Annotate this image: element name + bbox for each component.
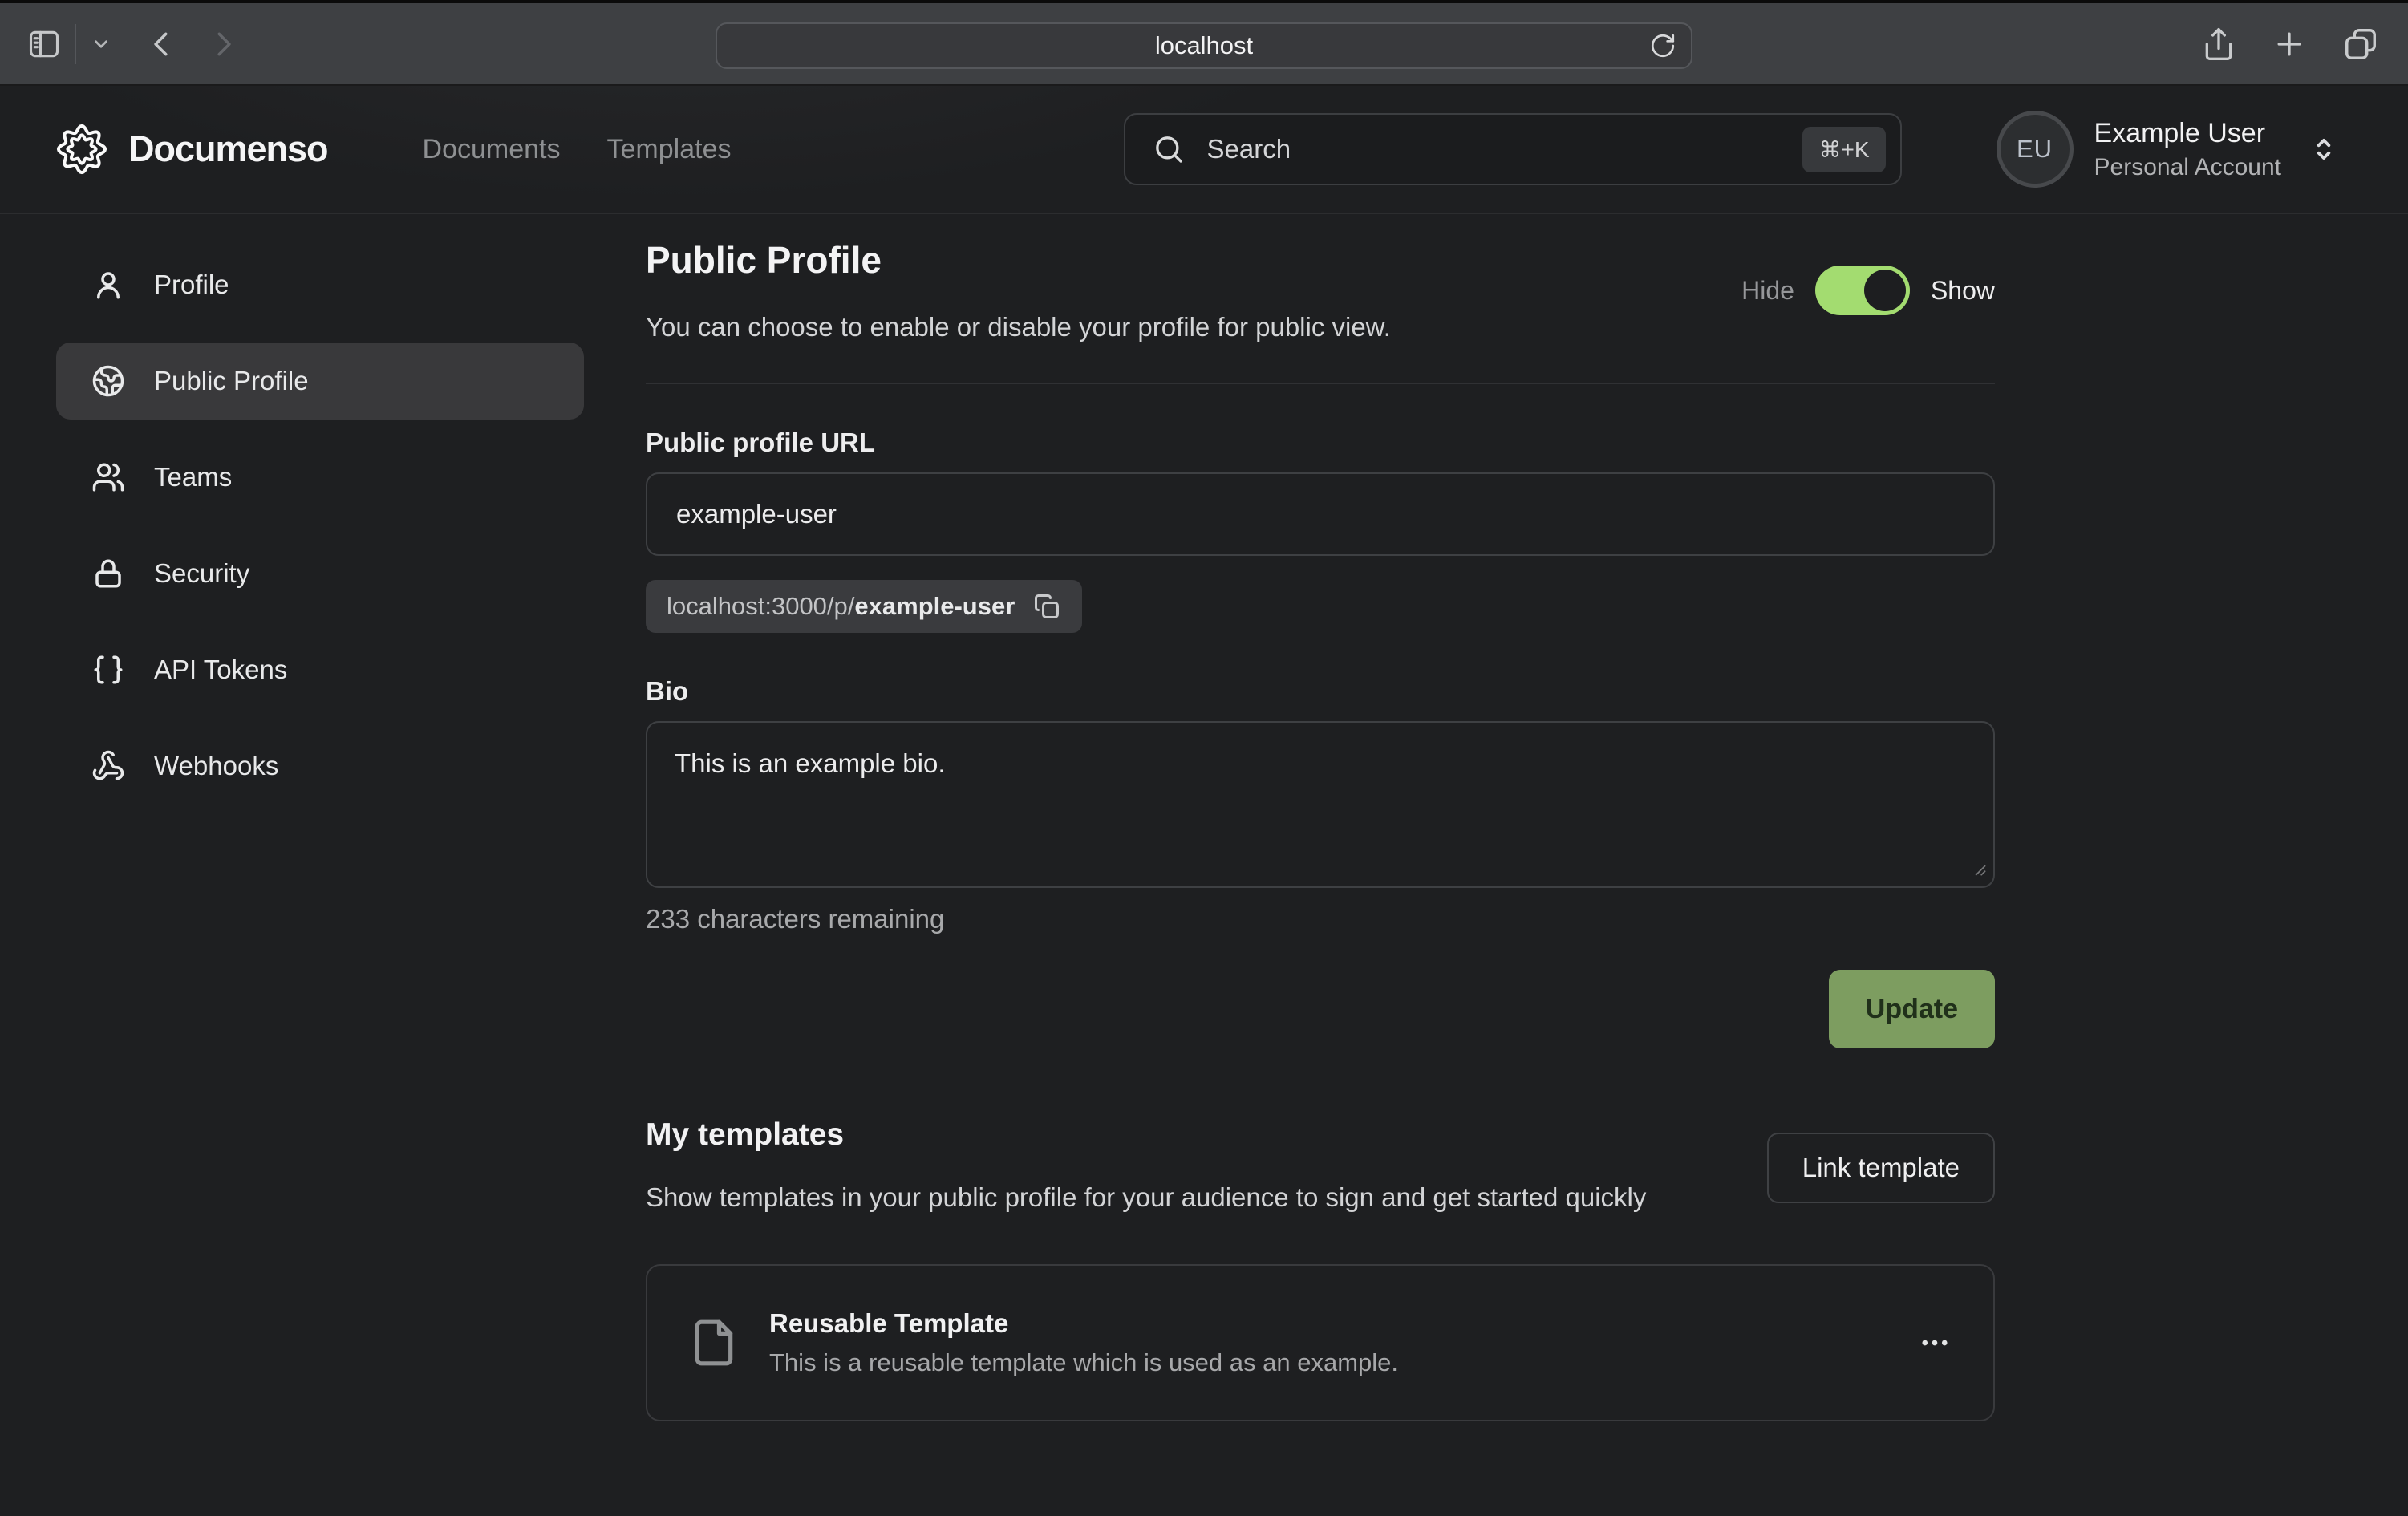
characters-remaining: 233 characters remaining [646, 904, 1995, 934]
webhook-icon [91, 749, 125, 783]
chrome-divider [75, 24, 76, 64]
template-description: This is a reusable template which is use… [769, 1348, 1887, 1377]
search-box[interactable]: ⌘+K [1124, 113, 1902, 185]
toggle-knob [1864, 270, 1906, 311]
address-bar-url: localhost [1155, 31, 1253, 60]
sidebar-item-security[interactable]: Security [56, 535, 584, 612]
link-template-button[interactable]: Link template [1767, 1133, 1995, 1203]
bio-field-label: Bio [646, 676, 1995, 707]
user-name: Example User [2094, 118, 2281, 149]
chrome-right-controls [2201, 3, 2379, 84]
reload-icon[interactable] [1649, 32, 1676, 59]
settings-sidebar: Profile Public Profile Teams [56, 246, 584, 805]
brand-logo[interactable]: Documenso [56, 124, 328, 175]
avatar: EU [1997, 111, 2074, 188]
sidebar-item-label: Webhooks [154, 751, 278, 781]
sidebar-item-webhooks[interactable]: Webhooks [56, 728, 584, 805]
sidebar-toggle-icon[interactable] [26, 26, 62, 62]
search-icon [1153, 133, 1185, 165]
templates-head: My templates Show templates in your publ… [646, 1117, 1995, 1219]
file-icon [689, 1318, 739, 1368]
chevrons-up-down-icon [2309, 134, 2339, 164]
braces-icon [91, 653, 125, 687]
nav-documents[interactable]: Documents [423, 134, 561, 165]
copy-icon[interactable] [1032, 592, 1061, 621]
sidebar-item-profile[interactable]: Profile [56, 246, 584, 323]
section-head: Public Profile You can choose to enable … [646, 238, 1995, 343]
url-field-label: Public profile URL [646, 428, 1995, 458]
documenso-logo-icon [56, 124, 107, 175]
new-tab-icon[interactable] [2272, 26, 2307, 62]
public-profile-url-input[interactable] [646, 472, 1995, 556]
template-title: Reusable Template [769, 1308, 1887, 1339]
page-description: You can choose to enable or disable your… [646, 312, 1391, 343]
bio-wrap: This is an example bio. [646, 721, 1995, 888]
resize-handle[interactable] [1971, 861, 1988, 878]
update-button[interactable]: Update [1829, 970, 1995, 1048]
my-templates-section: My templates Show templates in your publ… [646, 1117, 1995, 1421]
sidebar-item-label: API Tokens [154, 655, 287, 685]
app-header: Documenso Documents Templates ⌘+K EU [0, 86, 2408, 214]
address-bar[interactable]: localhost [716, 22, 1692, 69]
user-account-type: Personal Account [2094, 154, 2281, 181]
lock-icon [91, 557, 125, 590]
template-actions-menu-icon[interactable] [1918, 1326, 1952, 1360]
content: Profile Public Profile Teams [0, 214, 2408, 1421]
globe-icon [91, 364, 125, 398]
chrome-left-controls [26, 3, 238, 84]
sidebar-item-label: Security [154, 558, 249, 589]
search-input[interactable] [1206, 133, 1803, 165]
templates-title: My templates [646, 1117, 1646, 1153]
sidebar-item-public-profile[interactable]: Public Profile [56, 343, 584, 420]
user-menu[interactable]: EU Example User Personal Account [1997, 111, 2339, 188]
avatar-initials: EU [2017, 135, 2053, 164]
template-text: Reusable Template This is a reusable tem… [769, 1308, 1887, 1377]
sidebar-item-api-tokens[interactable]: API Tokens [56, 631, 584, 708]
sidebar-item-label: Teams [154, 462, 232, 492]
visibility-toggle-row: Hide Show [1741, 266, 1995, 315]
back-button-icon[interactable] [147, 29, 177, 59]
public-profile-settings: Public Profile You can choose to enable … [646, 238, 1995, 1421]
toggle-show-label: Show [1931, 276, 1995, 306]
forward-button-icon[interactable] [208, 29, 238, 59]
app-root: Documenso Documents Templates ⌘+K EU [0, 86, 2408, 1516]
browser-window: localhost [0, 0, 2408, 1516]
search-shortcut-badge: ⌘+K [1802, 127, 1885, 172]
profile-url-preview[interactable]: localhost:3000/p/example-user [646, 580, 1082, 633]
chevron-down-icon[interactable] [91, 34, 111, 55]
brand-name: Documenso [128, 128, 328, 170]
page-title: Public Profile [646, 238, 1391, 282]
toggle-hide-label: Hide [1741, 276, 1794, 306]
user-text: Example User Personal Account [2094, 118, 2281, 181]
share-icon[interactable] [2201, 26, 2236, 62]
templates-description: Show templates in your public profile fo… [646, 1177, 1646, 1219]
sidebar-item-label: Profile [154, 270, 229, 300]
sidebar-item-label: Public Profile [154, 366, 309, 396]
profile-url-text: localhost:3000/p/example-user [667, 592, 1015, 621]
tabs-overview-icon[interactable] [2342, 26, 2379, 63]
browser-chrome: localhost [0, 0, 2408, 86]
divider [646, 383, 1995, 384]
nav-templates[interactable]: Templates [607, 134, 732, 165]
profile-visibility-toggle[interactable] [1815, 266, 1910, 315]
template-list-item: Reusable Template This is a reusable tem… [646, 1264, 1995, 1421]
top-nav: Documents Templates [423, 134, 732, 165]
sidebar-item-teams[interactable]: Teams [56, 439, 584, 516]
user-icon [91, 268, 125, 302]
users-icon [91, 460, 125, 494]
bio-textarea[interactable]: This is an example bio. [646, 721, 1995, 888]
update-row: Update [646, 970, 1995, 1048]
